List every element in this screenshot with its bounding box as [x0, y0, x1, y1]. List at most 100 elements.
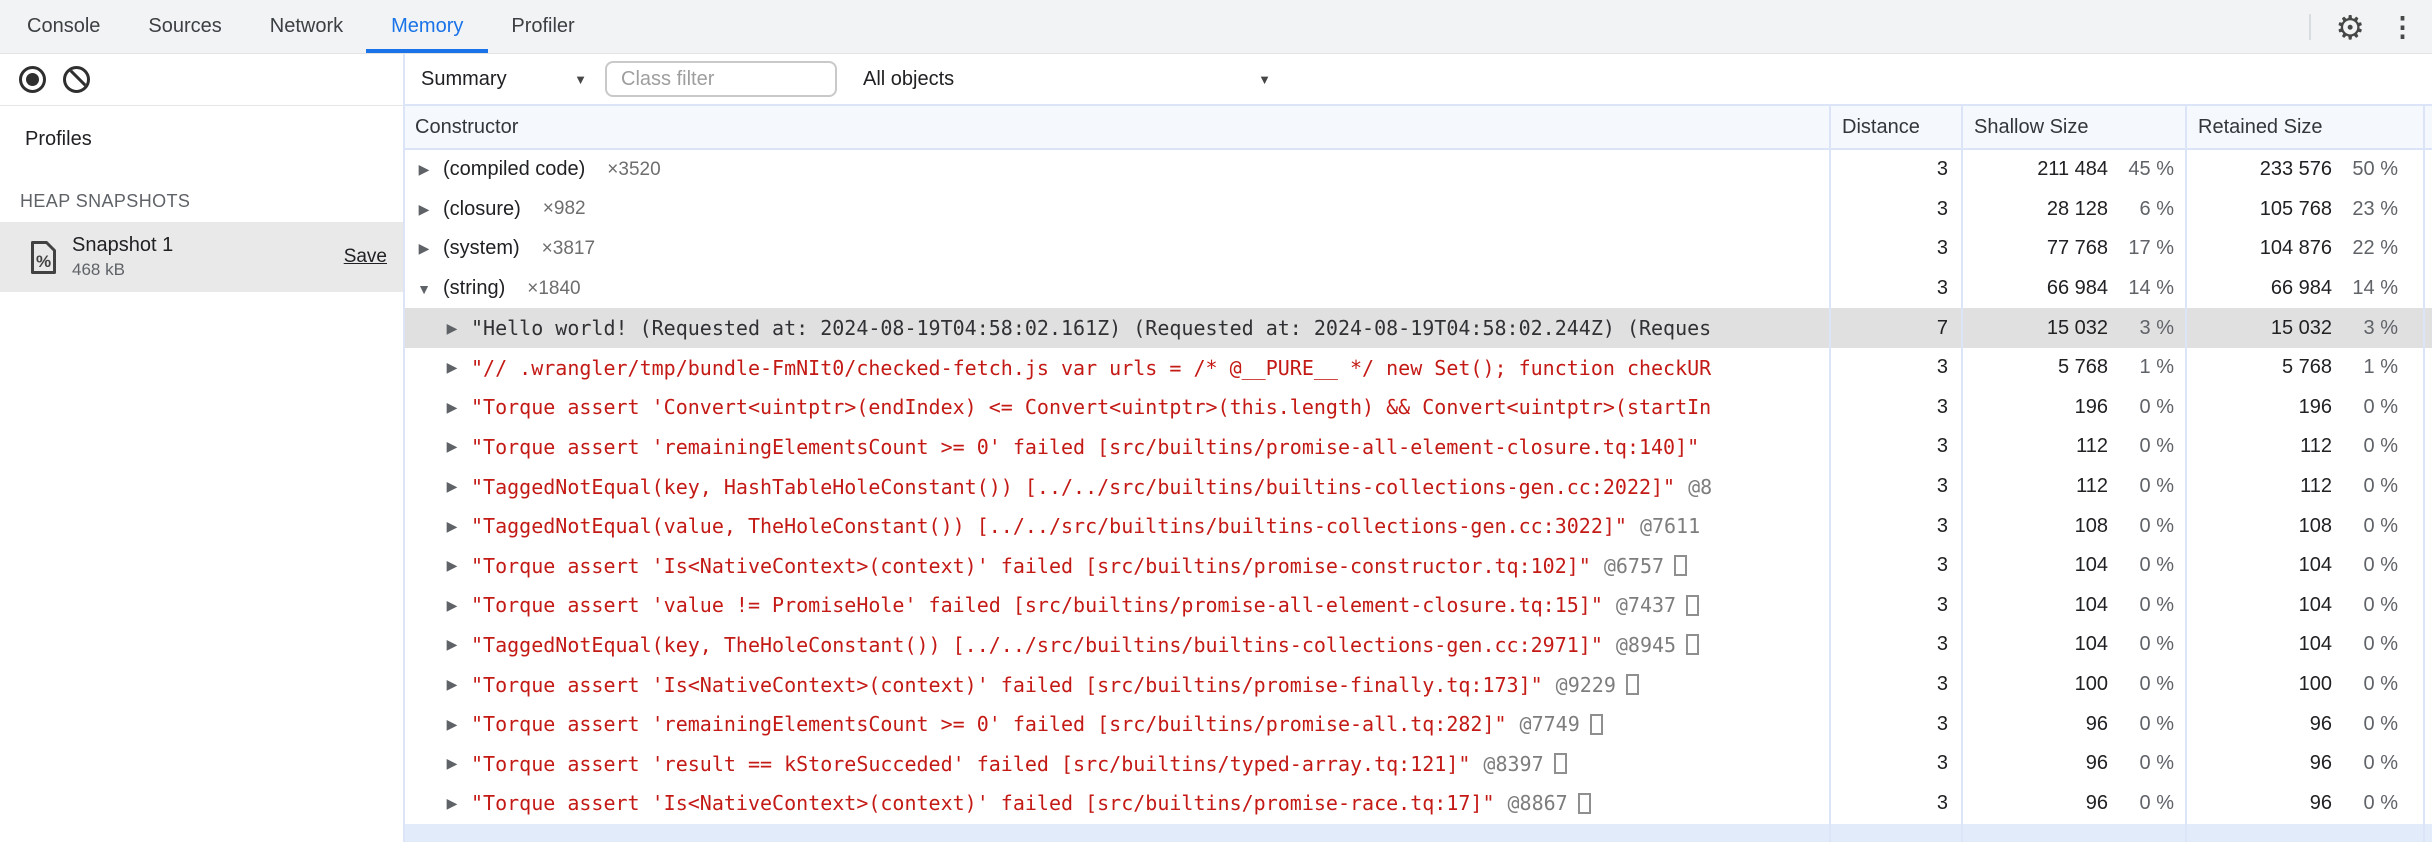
expand-arrow-icon[interactable]: ▶ — [443, 438, 461, 455]
string-value: "TaggedNotEqual(value, TheHoleConstant()… — [471, 514, 1627, 539]
expand-arrow-icon[interactable]: ▶ — [443, 518, 461, 535]
record-heap-snapshot-icon[interactable] — [19, 66, 46, 93]
sidebar-item-snapshot-1[interactable]: % Snapshot 1 468 kB Save — [0, 222, 403, 292]
string-value: "Hello world! (Requested at: 2024-08-19T… — [471, 316, 1712, 341]
save-snapshot-link[interactable]: Save — [344, 246, 387, 268]
more-menu-icon[interactable]: ⋮ — [2389, 12, 2416, 43]
shallow-size-value: 104 — [2074, 554, 2108, 577]
heap-row[interactable]: ▶ (system) ×3817 3 77 768 17 % 104 876 22 % — [405, 229, 2432, 269]
shallow-size-cell: 77 768 17 % — [1962, 229, 2186, 269]
settings-gear-icon[interactable]: ⚙ — [2335, 11, 2365, 44]
heap-row[interactable]: ▶ "Torque assert 'Is<NativeContext>(conte… — [405, 784, 2432, 824]
expand-arrow-icon[interactable]: ▶ — [443, 795, 461, 812]
string-value: "TaggedNotEqual(key, HashTableHoleConsta… — [471, 474, 1676, 499]
column-header-retained-size[interactable]: Retained Size — [2186, 116, 2432, 139]
expand-arrow-icon[interactable]: ▶ — [443, 755, 461, 772]
column-header-constructor[interactable]: Constructor — [405, 116, 1830, 139]
shallow-size-value: 28 128 — [2046, 197, 2108, 220]
heap-row[interactable]: ▶ "Torque assert 'Is<NativeContext>(conte… — [405, 665, 2432, 705]
heap-row[interactable]: ▶ "TaggedNotEqual(key, HashTableHoleConst… — [405, 467, 2432, 507]
heap-row[interactable]: ▶ (compiled code) ×3520 3 211 484 45 % 233 576… — [405, 150, 2432, 190]
column-divider[interactable] — [1829, 106, 1831, 842]
heap-row[interactable]: ▶ "TaggedNotEqual(value, TheHoleConstant(… — [405, 506, 2432, 546]
expand-arrow-icon[interactable]: ▶ — [443, 320, 461, 337]
constructor-cell: ▼ (string) ×1840 — [405, 269, 1830, 309]
distance-value: 3 — [1936, 435, 1948, 458]
distance-cell: 3 — [1830, 784, 1962, 824]
class-filter-input[interactable] — [605, 61, 837, 97]
heap-row[interactable]: ▶ "TaggedNotEqual(key, TheHoleConstant())… — [405, 625, 2432, 665]
distance-cell: 3 — [1830, 229, 1962, 269]
expand-arrow-icon[interactable]: ▶ — [415, 201, 433, 218]
collapse-arrow-icon[interactable]: ▼ — [415, 281, 433, 297]
retained-size-value: 100 — [2298, 673, 2332, 696]
expand-arrow-icon[interactable]: ▶ — [443, 676, 461, 693]
distance-value: 3 — [1936, 475, 1948, 498]
heap-row[interactable]: ▶ "Torque assert 'Is<NativeContext>(conte… — [405, 546, 2432, 586]
distance-value: 3 — [1936, 197, 1948, 220]
heap-row[interactable]: ▶ "Hello world! (Requested at: 2024-08-19… — [405, 308, 2432, 348]
shallow-size-percent: 0 % — [2139, 633, 2174, 656]
heap-row[interactable]: ▶ "Torque assert 'remainingElementsCount … — [405, 704, 2432, 744]
retained-size-cell: 96 0 % — [2186, 704, 2432, 744]
heap-row[interactable]: ▶ "Torque assert 'result == kStoreSuccede… — [405, 744, 2432, 784]
shallow-size-percent: 0 % — [2139, 554, 2174, 577]
column-divider[interactable] — [1961, 106, 1963, 842]
shallow-size-cell: 211 484 45 % — [1962, 150, 2186, 190]
heap-row[interactable]: ▼ (string) ×1840 3 66 984 14 % 66 984 14 % — [405, 269, 2432, 309]
distance-value: 3 — [1936, 158, 1948, 181]
expand-arrow-icon[interactable]: ▶ — [415, 240, 433, 257]
heap-row[interactable]: ▶ "Torque assert 'value != PromiseHole' f… — [405, 586, 2432, 626]
tab-sources[interactable]: Sources — [148, 0, 221, 53]
retained-size-cell: 100 0 % — [2186, 665, 2432, 705]
heap-row[interactable]: ▶ "// .wrangler/tmp/bundle-FmNIt0/checked… — [405, 348, 2432, 388]
tabbar-actions: ⚙ ⋮ — [2309, 0, 2416, 54]
constructor-cell: ▶ "TaggedNotEqual(value, TheHoleConstant(… — [405, 506, 1830, 546]
retained-size-value: 104 — [2298, 633, 2332, 656]
heap-row[interactable]: ▶ "Torque assert 'remainingElementsCount … — [405, 427, 2432, 467]
expand-arrow-icon[interactable]: ▶ — [443, 478, 461, 495]
heap-row[interactable]: ▶ "Torque assert 'Convert<uintptr>(endInd… — [405, 388, 2432, 428]
heap-row[interactable]: ▶ (closure) ×982 3 28 128 6 % 105 768 23 % — [405, 190, 2432, 230]
expand-arrow-icon[interactable]: ▶ — [443, 399, 461, 416]
tab-memory[interactable]: Memory — [366, 0, 489, 53]
expand-arrow-icon[interactable]: ▶ — [443, 636, 461, 653]
expand-arrow-icon[interactable]: ▶ — [415, 161, 433, 178]
retained-size-percent: 0 % — [2363, 752, 2398, 775]
retained-size-cell: 96 0 % — [2186, 744, 2432, 784]
objects-scope-select[interactable]: All objects ▼ — [847, 68, 1287, 91]
missing-glyph-icon — [1674, 555, 1688, 577]
clear-profiles-icon[interactable] — [63, 66, 90, 93]
string-value: "Torque assert 'value != PromiseHole' fa… — [471, 593, 1603, 618]
retained-size-percent: 0 % — [2363, 514, 2398, 537]
retained-size-value: 96 — [2309, 752, 2332, 775]
retained-size-cell: 112 0 % — [2186, 467, 2432, 507]
tab-network[interactable]: Network — [270, 0, 343, 53]
shallow-size-cell: 5 768 1 % — [1962, 348, 2186, 388]
tab-console[interactable]: Console — [27, 0, 100, 53]
shallow-size-percent: 0 % — [2139, 752, 2174, 775]
constructor-cell: ▶ "Torque assert 'Is<NativeContext>(conte… — [405, 784, 1830, 824]
shallow-size-value: 112 — [2076, 475, 2108, 498]
column-divider[interactable] — [2185, 106, 2187, 842]
expand-arrow-icon[interactable]: ▶ — [443, 716, 461, 733]
column-header-shallow-size[interactable]: Shallow Size — [1962, 116, 2186, 139]
column-header-distance[interactable]: Distance — [1830, 116, 1962, 139]
perspective-select[interactable]: Summary ▼ — [421, 68, 587, 91]
constructor-cell: ▶ (compiled code) ×3520 — [405, 150, 1830, 190]
objects-scope-label: All objects — [863, 67, 955, 90]
tab-profiler[interactable]: Profiler — [511, 0, 574, 53]
retained-size-value: 5 768 — [2281, 356, 2332, 379]
shallow-size-percent: 3 % — [2139, 316, 2174, 339]
expand-arrow-icon[interactable]: ▶ — [443, 597, 461, 614]
shallow-size-cell: 104 0 % — [1962, 546, 2186, 586]
distance-value: 3 — [1936, 395, 1948, 418]
expand-arrow-icon[interactable]: ▶ — [443, 557, 461, 574]
snapshot-title: Snapshot 1 — [72, 234, 174, 256]
expand-arrow-icon[interactable]: ▶ — [443, 359, 461, 376]
retained-size-value: 15 032 — [2270, 316, 2332, 339]
distance-value: 3 — [1936, 514, 1948, 537]
retained-size-value: 96 — [2309, 712, 2332, 735]
object-id: @8945 — [1615, 632, 1677, 657]
retained-size-cell: 233 576 50 % — [2186, 150, 2432, 190]
